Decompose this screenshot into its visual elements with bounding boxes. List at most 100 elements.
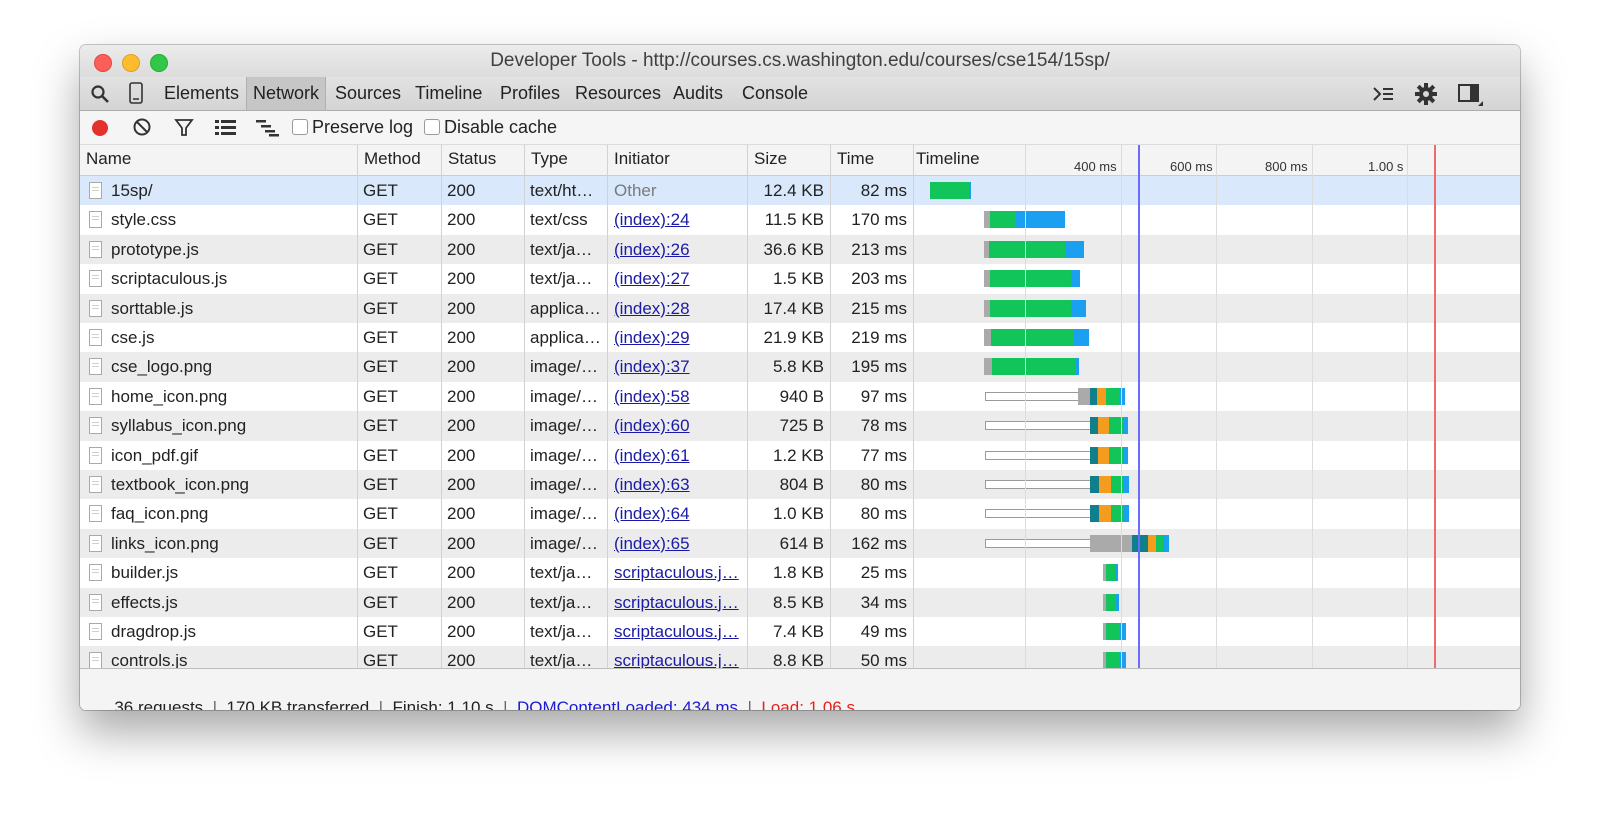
request-type: image/… — [530, 386, 599, 406]
filter-icon[interactable] — [174, 118, 194, 138]
column-divider[interactable] — [357, 145, 358, 668]
request-initiator[interactable]: scriptaculous.j… — [614, 588, 742, 617]
column-timeline[interactable]: Timeline — [916, 145, 980, 173]
request-type: text/ja… — [530, 651, 593, 668]
table-row[interactable]: effects.js GET 200 text/ja… scriptaculous.j…… — [80, 587, 1520, 617]
close-window-button[interactable] — [94, 54, 112, 72]
request-initiator[interactable]: (index):64 — [614, 499, 742, 528]
table-row[interactable]: home_icon.png GET 200 image/… (index):58 940 … — [80, 382, 1520, 411]
waterfall-queue-bar — [984, 329, 991, 346]
request-initiator[interactable]: (index):37 — [614, 352, 742, 381]
tab-audits[interactable]: Audits — [667, 77, 729, 110]
column-size[interactable]: Size — [754, 145, 787, 173]
preserve-log-checkbox[interactable] — [292, 119, 308, 135]
table-row[interactable]: cse.js GET 200 applica… (index):29 21.9 KB 219… — [80, 323, 1520, 352]
request-method: GET — [363, 386, 398, 406]
list-view-icon[interactable] — [215, 119, 237, 137]
tab-console[interactable]: Console — [736, 77, 814, 110]
column-divider[interactable] — [913, 145, 914, 668]
tab-sources[interactable]: Sources — [329, 77, 407, 110]
table-row[interactable]: sorttable.js GET 200 applica… (index):28 17.4… — [80, 293, 1520, 323]
request-initiator[interactable]: (index):26 — [614, 235, 742, 264]
network-toolbar: Preserve log Disable cache — [80, 111, 1520, 145]
zoom-window-button[interactable] — [150, 54, 168, 72]
request-initiator[interactable]: scriptaculous.j… — [614, 617, 742, 646]
timeline-gridline — [1407, 145, 1408, 668]
request-method: GET — [363, 622, 398, 641]
column-status[interactable]: Status — [448, 145, 496, 173]
table-row[interactable]: faq_icon.png GET 200 image/… (index):64 1.0 K… — [80, 499, 1520, 528]
request-initiator[interactable]: (index):63 — [614, 470, 742, 499]
table-row[interactable]: textbook_icon.png GET 200 image/… (index):63… — [80, 470, 1520, 500]
tab-profiles[interactable]: Profiles — [494, 77, 566, 110]
request-initiator[interactable]: (index):29 — [614, 323, 742, 352]
table-row[interactable]: dragdrop.js GET 200 text/ja… scriptaculous.j… — [80, 617, 1520, 646]
record-icon[interactable] — [90, 118, 110, 138]
request-method: GET — [363, 651, 398, 668]
waterfall-waiting-bar — [992, 358, 1076, 376]
book-image-icon — [89, 476, 102, 493]
request-type: image/… — [530, 445, 599, 465]
table-row[interactable]: scriptaculous.js GET 200 text/ja… (index):27… — [80, 264, 1520, 293]
waterfall-connect-bar — [1148, 534, 1156, 552]
table-row[interactable]: style.css GET 200 text/css (index):24 11.5 KB… — [80, 205, 1520, 234]
request-size: 1.8 KB — [772, 563, 824, 583]
column-divider[interactable] — [830, 145, 831, 668]
table-row[interactable]: links_icon.png GET 200 image/… (index):65 614… — [80, 528, 1520, 559]
request-initiator[interactable]: (index):27 — [614, 264, 742, 293]
load-time: Load: 1.06 s — [761, 698, 855, 710]
request-initiator[interactable]: (index):60 — [614, 411, 742, 440]
disable-cache-checkbox[interactable] — [424, 119, 440, 135]
tab-timeline[interactable]: Timeline — [409, 77, 488, 110]
column-divider[interactable] — [524, 145, 525, 668]
clear-icon[interactable] — [132, 117, 152, 137]
dock-side-icon[interactable] — [1458, 83, 1484, 107]
request-name: dragdrop.js — [111, 622, 197, 641]
table-row[interactable]: cse_logo.png GET 200 image/… (index):37 5.8 K… — [80, 352, 1520, 382]
column-name[interactable]: Name — [86, 145, 131, 173]
tab-network[interactable]: Network — [246, 77, 327, 110]
overview-icon[interactable] — [256, 119, 280, 137]
waterfall-stalled-bar — [985, 509, 1092, 519]
request-initiator[interactable]: (index):61 — [614, 441, 742, 470]
request-type: image/… — [530, 357, 599, 377]
table-row[interactable]: icon_pdf.gif GET 200 image/… (index):61 1.2 K… — [80, 441, 1520, 470]
waterfall-connect-bar — [1098, 446, 1109, 464]
request-initiator[interactable]: (index):24 — [614, 205, 742, 234]
request-initiator[interactable]: scriptaculous.j… — [614, 646, 742, 668]
table-row[interactable]: prototype.js GET 200 text/ja… (index):26 36.6… — [80, 234, 1520, 265]
tab-resources[interactable]: Resources — [569, 77, 667, 110]
request-status: 200 — [447, 622, 476, 641]
column-initiator[interactable]: Initiator — [614, 145, 670, 173]
column-type[interactable]: Type — [531, 145, 568, 173]
waterfall-waiting-bar — [1106, 387, 1120, 405]
minimize-window-button[interactable] — [122, 54, 140, 72]
column-time[interactable]: Time — [837, 145, 874, 173]
column-divider[interactable] — [441, 145, 442, 668]
request-initiator[interactable]: scriptaculous.j… — [614, 558, 742, 587]
waterfall-waiting-bar — [989, 240, 1065, 258]
request-size: 5.8 KB — [772, 357, 824, 377]
request-initiator[interactable]: (index):58 — [614, 382, 742, 411]
gear-icon[interactable] — [1414, 82, 1438, 106]
console-drawer-icon[interactable] — [1372, 84, 1394, 104]
transferred-size: 170 KB transferred — [226, 698, 370, 710]
table-row[interactable]: builder.js GET 200 text/ja… scriptaculous.j…… — [80, 558, 1520, 587]
request-name: builder.js — [111, 563, 179, 583]
search-icon[interactable] — [90, 84, 110, 104]
request-method: GET — [363, 445, 398, 465]
waterfall-waiting-bar — [990, 211, 1016, 229]
table-row[interactable]: controls.js GET 200 text/ja… scriptaculous.j… — [80, 646, 1520, 668]
request-initiator[interactable]: (index):28 — [614, 294, 742, 323]
table-row[interactable]: 15sp/GET 200 text/ht… Other 12.4 KB 82 ms — [80, 176, 1520, 206]
request-method: GET — [363, 563, 398, 583]
tab-elements[interactable]: Elements — [158, 77, 245, 110]
column-divider[interactable] — [747, 145, 748, 668]
table-row[interactable]: syllabus_icon.png GET 200 image/… (index):60… — [80, 411, 1520, 441]
request-initiator[interactable]: (index):65 — [614, 529, 742, 558]
column-method[interactable]: Method — [364, 145, 421, 173]
column-divider[interactable] — [607, 145, 608, 668]
request-name: home_icon.png — [111, 386, 228, 406]
document-icon — [89, 564, 102, 582]
device-mode-icon[interactable] — [129, 82, 143, 104]
